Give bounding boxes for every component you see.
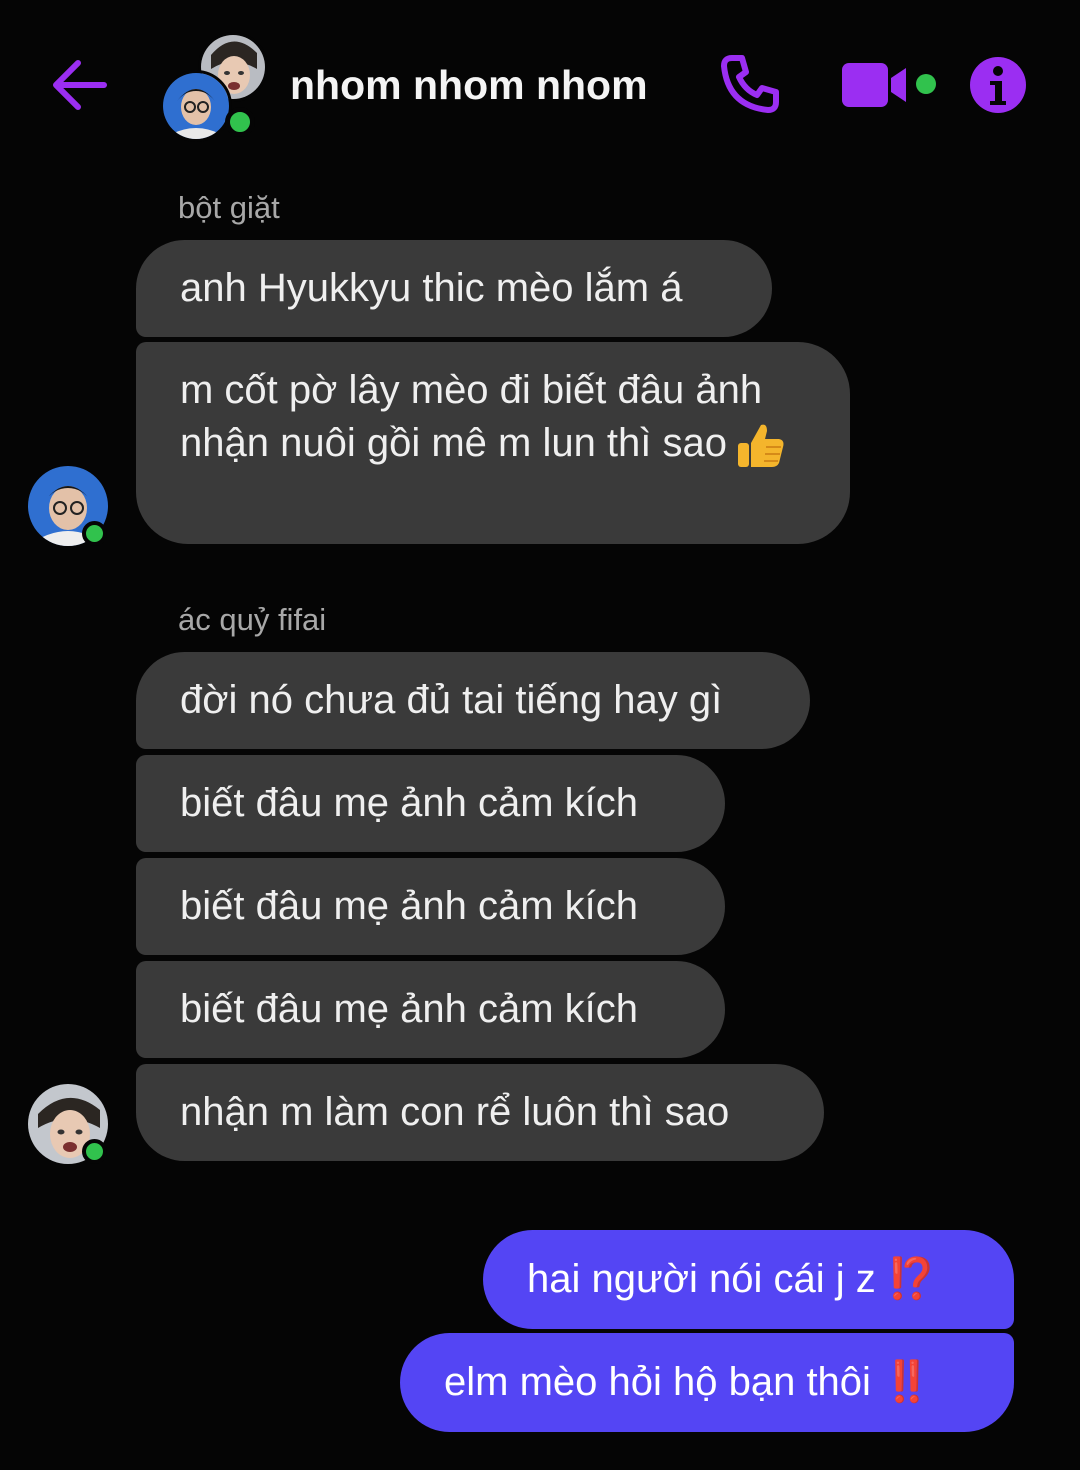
my-message-bubble[interactable]: elm mèo hỏi hộ bạn thôi ‼️ xyxy=(400,1333,1014,1432)
message-text: biết đâu mẹ ảnh cảm kích xyxy=(180,987,639,1031)
my-message-bubble[interactable]: hai người nói cái j z ⁉️ xyxy=(483,1230,1014,1329)
chat-title[interactable]: nhom nhom nhom xyxy=(290,62,648,109)
message-text: hai người nói cái j z ⁉️ xyxy=(527,1257,937,1301)
message-bubble[interactable]: anh Hyukkyu thic mèo lắm á xyxy=(136,240,772,337)
message-text: elm mèo hỏi hộ bạn thôi ‼️ xyxy=(444,1360,932,1404)
message-bubble[interactable]: biết đâu mẹ ảnh cảm kích xyxy=(136,858,725,955)
message-text: biết đâu mẹ ảnh cảm kích xyxy=(180,884,639,928)
message-bubble[interactable]: m cốt pờ lây mèo đi biết đâu ảnh nhận nu… xyxy=(136,342,850,544)
message-bubble[interactable]: biết đâu mẹ ảnh cảm kích xyxy=(136,755,725,852)
info-icon xyxy=(970,57,1026,113)
back-button[interactable] xyxy=(48,55,112,115)
member-avatar-1 xyxy=(160,70,232,142)
message-bubble[interactable]: đời nó chưa đủ tai tiếng hay gì xyxy=(136,652,810,749)
interrobang-emoji: ⁉️ xyxy=(886,1257,937,1301)
message-text: đời nó chưa đủ tai tiếng hay gì xyxy=(180,678,723,722)
message-text: anh Hyukkyu thic mèo lắm á xyxy=(180,266,683,310)
online-status-dot xyxy=(82,521,107,546)
online-status-dot xyxy=(225,107,255,137)
thumbs-up-icon xyxy=(738,425,784,468)
sender-name: bột giặt xyxy=(178,190,280,225)
message-bubble[interactable]: nhận m làm con rể luôn thì sao xyxy=(136,1064,824,1161)
sender-name: ác quỷ fifai xyxy=(178,602,327,637)
online-status-dot xyxy=(82,1139,107,1164)
sender-avatar[interactable] xyxy=(28,466,108,546)
video-call-button[interactable] xyxy=(840,60,942,110)
info-button[interactable] xyxy=(968,55,1028,115)
voice-call-button[interactable] xyxy=(718,52,782,116)
message-bubble[interactable]: biết đâu mẹ ảnh cảm kích xyxy=(136,961,725,1058)
video-camera-icon xyxy=(842,63,936,107)
sender-avatar[interactable] xyxy=(28,1084,108,1164)
double-exclamation-emoji: ‼️ xyxy=(882,1360,932,1404)
phone-icon xyxy=(721,55,779,113)
message-text: biết đâu mẹ ảnh cảm kích xyxy=(180,781,639,825)
message-text: nhận m làm con rể luôn thì sao xyxy=(180,1090,730,1134)
chat-header: nhom nhom nhom xyxy=(0,0,1080,175)
message-text: m cốt pờ lây mèo đi biết đâu ảnh nhận nu… xyxy=(180,364,790,470)
group-avatar[interactable] xyxy=(160,32,268,142)
back-arrow-icon xyxy=(53,60,107,110)
